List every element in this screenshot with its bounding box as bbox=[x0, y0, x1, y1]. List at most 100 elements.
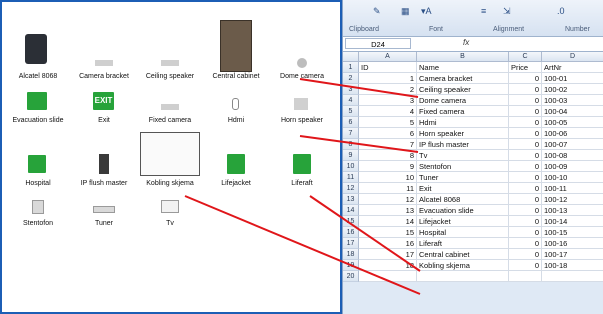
cell-name[interactable]: Alcatel 8068 bbox=[417, 194, 509, 205]
cell-id[interactable]: 5 bbox=[359, 117, 417, 128]
row-number[interactable]: 18 bbox=[343, 249, 359, 260]
cell-artnr[interactable]: 100-16 bbox=[542, 238, 603, 249]
palette-item-lifejacket[interactable]: Lifejacket bbox=[203, 152, 269, 192]
palette-item-fixed-camera[interactable]: Fixed camera bbox=[137, 90, 203, 134]
cell-id[interactable]: 2 bbox=[359, 84, 417, 95]
cell-name[interactable]: Tv bbox=[417, 150, 509, 161]
cell-id[interactable]: 13 bbox=[359, 205, 417, 216]
row-number[interactable]: 16 bbox=[343, 227, 359, 238]
indent-icon[interactable]: ≡ bbox=[481, 6, 486, 16]
row-number[interactable]: 10 bbox=[343, 161, 359, 172]
column-header-d[interactable]: D bbox=[542, 52, 603, 62]
fx-icon[interactable]: fx bbox=[463, 38, 469, 47]
cell-name[interactable]: Ceiling speaker bbox=[417, 84, 509, 95]
corner-cell[interactable] bbox=[343, 52, 359, 62]
cell-price[interactable]: 0 bbox=[509, 183, 542, 194]
cell-artnr[interactable]: 100-08 bbox=[542, 150, 603, 161]
row-number[interactable]: 2 bbox=[343, 73, 359, 84]
cell-price[interactable]: 0 bbox=[509, 73, 542, 84]
cell-name[interactable]: Exit bbox=[417, 183, 509, 194]
cell-id[interactable] bbox=[359, 271, 417, 282]
palette-item-tv[interactable]: Tv bbox=[137, 198, 203, 236]
cell-name[interactable]: Fixed camera bbox=[417, 106, 509, 117]
wrap-icon[interactable]: ⇲ bbox=[503, 6, 511, 17]
cell-id[interactable]: 11 bbox=[359, 183, 417, 194]
cell-artnr[interactable]: 100-15 bbox=[542, 227, 603, 238]
cell-artnr[interactable]: 100-12 bbox=[542, 194, 603, 205]
borders-icon[interactable]: ▦ bbox=[401, 6, 410, 17]
cell-id[interactable]: 12 bbox=[359, 194, 417, 205]
cell-id[interactable]: 10 bbox=[359, 172, 417, 183]
palette-item-kobling-skjema[interactable]: Kobling skjema bbox=[137, 132, 203, 192]
column-header-a[interactable]: A bbox=[359, 52, 417, 62]
cell-price-header[interactable]: Price bbox=[509, 62, 542, 73]
cell-name[interactable]: Dome camera bbox=[417, 95, 509, 106]
cell-price[interactable]: 0 bbox=[509, 249, 542, 260]
palette-item-alcatel[interactable]: Alcatel 8068 bbox=[5, 26, 71, 86]
row-number[interactable]: 1 bbox=[343, 62, 359, 73]
row-number[interactable]: 4 bbox=[343, 95, 359, 106]
cell-name[interactable]: Hospital bbox=[417, 227, 509, 238]
cell-id[interactable]: 18 bbox=[359, 260, 417, 271]
cell-id[interactable]: 16 bbox=[359, 238, 417, 249]
cell-name[interactable]: Tuner bbox=[417, 172, 509, 183]
palette-item-stentofon[interactable]: Stentofon bbox=[5, 198, 71, 236]
cell-artnr[interactable]: 100-10 bbox=[542, 172, 603, 183]
palette-item-liferaft[interactable]: Liferaft bbox=[269, 152, 335, 192]
palette-item-camera-bracket[interactable]: Camera bracket bbox=[71, 26, 137, 86]
cell-price[interactable] bbox=[509, 271, 542, 282]
cell-id[interactable]: 14 bbox=[359, 216, 417, 227]
cell-artnr[interactable]: 100-13 bbox=[542, 205, 603, 216]
cell-id[interactable]: 4 bbox=[359, 106, 417, 117]
row-number[interactable]: 19 bbox=[343, 260, 359, 271]
decimal-icon[interactable]: .0 bbox=[557, 6, 565, 16]
row-number[interactable]: 8 bbox=[343, 139, 359, 150]
cell-artnr[interactable]: 100-18 bbox=[542, 260, 603, 271]
cell-name[interactable]: Evacuation slide bbox=[417, 205, 509, 216]
cell-price[interactable]: 0 bbox=[509, 238, 542, 249]
cell-id[interactable]: 15 bbox=[359, 227, 417, 238]
palette-item-ip-flush-master[interactable]: IP flush master bbox=[71, 152, 137, 192]
cell-name[interactable]: Camera bracket bbox=[417, 73, 509, 84]
palette-item-hdmi[interactable]: Hdmi bbox=[203, 90, 269, 134]
cell-id[interactable]: 3 bbox=[359, 95, 417, 106]
cell-artnr[interactable]: 100-09 bbox=[542, 161, 603, 172]
row-number[interactable]: 6 bbox=[343, 117, 359, 128]
palette-item-evacuation-slide[interactable]: Evacuation slide bbox=[5, 90, 71, 134]
palette-item-horn-speaker[interactable]: Horn speaker bbox=[269, 90, 335, 134]
column-header-c[interactable]: C bbox=[509, 52, 542, 62]
cell-artnr-header[interactable]: ArtNr bbox=[542, 62, 603, 73]
cell-price[interactable]: 0 bbox=[509, 150, 542, 161]
cell-id-header[interactable]: ID bbox=[359, 62, 417, 73]
cell-name[interactable]: Liferaft bbox=[417, 238, 509, 249]
palette-item-tuner[interactable]: Tuner bbox=[71, 198, 137, 236]
cell-price[interactable]: 0 bbox=[509, 84, 542, 95]
fill-color-icon[interactable]: ▾A bbox=[421, 6, 432, 17]
palette-item-central-cabinet[interactable]: Central cabinet bbox=[203, 20, 269, 86]
cell-id[interactable]: 17 bbox=[359, 249, 417, 260]
palette-item-exit[interactable]: EXIT Exit bbox=[71, 90, 137, 134]
cell-id[interactable]: 7 bbox=[359, 139, 417, 150]
cell-name[interactable]: Lifejacket bbox=[417, 216, 509, 227]
row-number[interactable]: 15 bbox=[343, 216, 359, 227]
palette-item-ceiling-speaker[interactable]: Ceiling speaker bbox=[137, 26, 203, 86]
name-box[interactable]: D24 bbox=[345, 38, 411, 49]
cell-price[interactable]: 0 bbox=[509, 260, 542, 271]
cell-artnr[interactable]: 100-05 bbox=[542, 117, 603, 128]
cell-artnr[interactable]: 100-02 bbox=[542, 84, 603, 95]
cell-artnr[interactable]: 100-06 bbox=[542, 128, 603, 139]
cell-name[interactable]: Hdmi bbox=[417, 117, 509, 128]
cell-price[interactable]: 0 bbox=[509, 95, 542, 106]
palette-item-dome-camera[interactable]: Dome camera bbox=[269, 26, 335, 86]
cell-price[interactable]: 0 bbox=[509, 172, 542, 183]
row-number[interactable]: 3 bbox=[343, 84, 359, 95]
palette-item-hospital[interactable]: Hospital bbox=[5, 152, 71, 192]
row-number[interactable]: 11 bbox=[343, 172, 359, 183]
cell-name[interactable]: Central cabinet bbox=[417, 249, 509, 260]
cell-artnr[interactable]: 100-14 bbox=[542, 216, 603, 227]
row-number[interactable]: 7 bbox=[343, 128, 359, 139]
cell-artnr[interactable]: 100-03 bbox=[542, 95, 603, 106]
paste-icon[interactable]: ✎ bbox=[373, 6, 381, 17]
cell-artnr[interactable]: 100-11 bbox=[542, 183, 603, 194]
row-number[interactable]: 13 bbox=[343, 194, 359, 205]
